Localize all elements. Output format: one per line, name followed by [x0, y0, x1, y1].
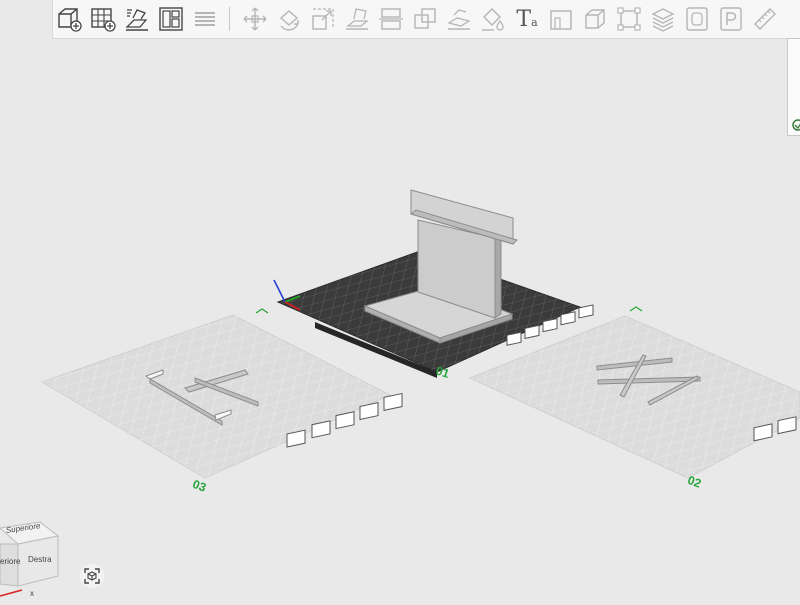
3d-viewport[interactable]: 03 02 01: [0, 0, 800, 600]
view-cube-x-axis: [0, 589, 23, 597]
z-axis: [273, 279, 286, 303]
view-cube-right-label: Destra: [28, 555, 52, 564]
plate-03[interactable]: 03: [40, 314, 403, 495]
plate-02-chevron-icon[interactable]: [629, 306, 643, 312]
fit-view-icon: [84, 568, 100, 584]
plate-03-chevron-icon[interactable]: [255, 308, 269, 314]
view-cube-front-label: eriore: [0, 557, 21, 566]
fit-view-button[interactable]: [80, 564, 104, 588]
view-cube[interactable]: Superiore eriore Destra x: [0, 518, 60, 600]
plate-number-01: 01: [434, 363, 451, 381]
view-cube-x-label: x: [30, 589, 34, 598]
plate-number-03: 03: [191, 477, 209, 495]
